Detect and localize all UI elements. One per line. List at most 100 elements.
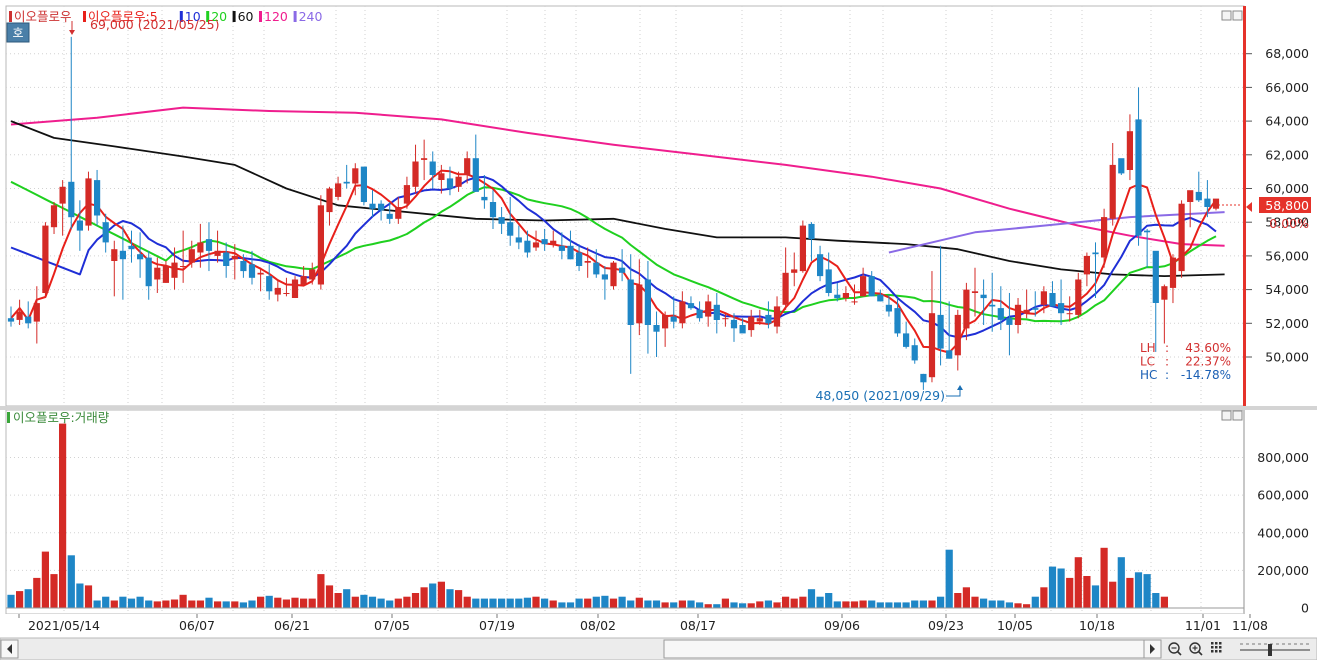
- volume-bar: [1152, 593, 1160, 608]
- volume-bar: [16, 591, 24, 608]
- candle-body: [679, 301, 686, 324]
- candle-body: [868, 276, 875, 297]
- scrollbar-thumb[interactable]: [663, 639, 1145, 659]
- grid-toggle-icon[interactable]: [1219, 650, 1222, 653]
- price-axis-label: 54,000: [1265, 282, 1309, 297]
- legend-label: 이오플로우: [14, 9, 72, 24]
- candle-body: [653, 325, 660, 332]
- candle-body: [1161, 286, 1168, 300]
- candle-body: [808, 223, 815, 240]
- volume-bar: [652, 600, 661, 608]
- volume-bar: [842, 601, 850, 608]
- candle-body: [291, 279, 299, 298]
- stat-key: HC: [1140, 368, 1157, 382]
- volume-bar: [532, 596, 540, 608]
- stat-key: LH: [1140, 341, 1156, 355]
- volume-bar: [627, 600, 635, 608]
- volume-bar: [515, 598, 523, 608]
- candle-body: [791, 269, 798, 273]
- candle-body: [1187, 190, 1194, 202]
- volume-bar: [41, 551, 49, 608]
- candle-body: [266, 276, 273, 292]
- candle-body: [567, 245, 574, 260]
- volume-bar: [300, 598, 308, 608]
- price-axis-label: 68,000: [1265, 46, 1309, 61]
- candle-body: [894, 308, 901, 334]
- candle-body: [50, 205, 58, 228]
- volume-bar: [954, 593, 962, 608]
- candle-body: [7, 318, 15, 322]
- candle-body: [670, 316, 677, 322]
- bar-slider-handle[interactable]: [1268, 644, 1272, 656]
- date-axis-label: 11/01: [1185, 618, 1221, 633]
- candle-body: [429, 161, 436, 175]
- price-axis-accent: [1243, 6, 1246, 406]
- candle-body: [782, 272, 789, 305]
- candle-body: [627, 279, 634, 325]
- grid-toggle-icon[interactable]: [1215, 642, 1218, 645]
- grid-toggle-icon[interactable]: [1211, 650, 1214, 653]
- candle-body: [541, 239, 548, 245]
- candle-body: [1075, 279, 1082, 315]
- date-axis-label: 06/07: [179, 618, 215, 633]
- candle-body: [455, 176, 462, 187]
- volume-bar: [102, 596, 110, 608]
- candle-body: [662, 314, 669, 329]
- candle-body: [954, 314, 961, 356]
- grid-toggle-icon[interactable]: [1215, 646, 1218, 649]
- volume-bar: [231, 601, 239, 608]
- grid-toggle-icon[interactable]: [1211, 642, 1214, 645]
- panel-restore-button[interactable]: [1221, 10, 1232, 21]
- volume-axis-label: 800,000: [1257, 450, 1309, 465]
- volume-bar: [498, 598, 506, 608]
- candle-body: [1049, 293, 1056, 307]
- volume-bar: [782, 596, 790, 608]
- grid-toggle-icon[interactable]: [1211, 646, 1214, 649]
- hoga-button-label[interactable]: 호: [12, 26, 23, 40]
- volume-bar: [429, 583, 437, 608]
- volume-bar: [33, 577, 41, 608]
- volume-bar: [713, 604, 721, 608]
- candle-body: [619, 267, 626, 273]
- volume-bar: [403, 596, 411, 608]
- volume-bar: [988, 600, 996, 608]
- volume-bar: [420, 587, 428, 608]
- price-axis-label: 66,000: [1265, 80, 1309, 95]
- volume-bar: [446, 589, 454, 608]
- volume-bar: [136, 596, 144, 608]
- volume-bar: [93, 600, 101, 608]
- candle-body: [274, 287, 281, 295]
- candle-body: [601, 274, 608, 280]
- panel-close-button[interactable]: [1232, 10, 1243, 21]
- candle-body: [1101, 217, 1108, 258]
- candle-body: [68, 181, 75, 218]
- candle-body: [1092, 252, 1099, 255]
- volume-bar: [523, 597, 531, 608]
- grid-toggle-icon[interactable]: [1219, 646, 1222, 649]
- candle-body: [214, 250, 221, 256]
- current-price-label: 58,800: [1265, 198, 1309, 213]
- candle-body: [171, 262, 178, 278]
- candle-body: [515, 237, 522, 243]
- volume-bar: [1048, 566, 1057, 608]
- legend-swatch: [259, 11, 262, 22]
- candle-body: [860, 276, 867, 297]
- candle-body: [730, 319, 738, 329]
- grid-toggle-icon[interactable]: [1215, 650, 1218, 653]
- legend-swatch: [232, 11, 236, 22]
- candle-body: [971, 291, 979, 293]
- volume-bar: [558, 602, 566, 608]
- panel-restore-button[interactable]: [1221, 410, 1232, 421]
- candle-body: [412, 161, 419, 187]
- candle-body: [137, 254, 144, 260]
- price-axis-label: 62,000: [1265, 147, 1309, 162]
- candle-body: [1126, 131, 1133, 170]
- current-change-label: 0.00%: [1269, 216, 1309, 231]
- candle-body: [825, 269, 832, 293]
- stat-sep: :: [1165, 368, 1169, 382]
- grid-toggle-icon[interactable]: [1219, 642, 1222, 645]
- candle-body: [481, 196, 488, 201]
- legend-label: 60: [238, 9, 254, 24]
- candle-body: [593, 262, 600, 275]
- panel-close-button[interactable]: [1232, 410, 1243, 421]
